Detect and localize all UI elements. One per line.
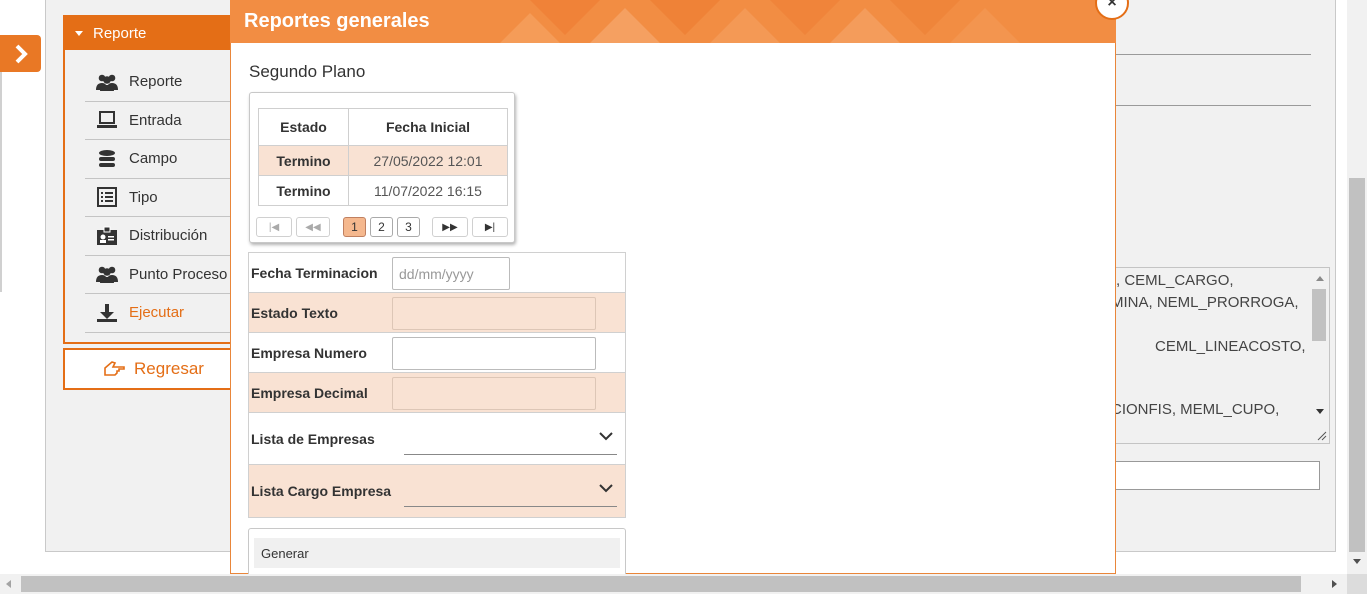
close-icon: × [1107,0,1117,11]
menu-item-label: Entrada [129,111,182,129]
form-row-empresa-numero: Empresa Numero [249,333,625,373]
jobs-table: Estado Fecha Inicial Termino 27/05/2022 … [258,108,508,206]
field-label: Empresa Numero [251,344,367,361]
report-menu-title: Reporte [93,25,147,42]
field-label: Lista Cargo Empresa [251,483,392,499]
empresa-numero-input[interactable] [392,337,596,370]
list-icon [97,187,117,208]
laptop-icon [97,111,117,129]
divider [1115,54,1311,55]
scroll-left-icon[interactable] [6,580,11,588]
field-label: Fecha Terminacion [251,264,378,281]
prev-page-button[interactable]: ◀◀ [296,217,330,237]
cell-fecha: 27/05/2022 12:01 [348,145,508,176]
field-label: Estado Texto [251,304,338,321]
cell-fecha: 11/07/2022 16:15 [348,175,508,206]
jobs-grid: Estado Fecha Inicial Termino 27/05/2022 … [249,92,515,243]
textarea-line: CIONFIS, MEML_CUPO, [1111,401,1280,418]
table-row[interactable]: Termino 27/05/2022 12:01 [258,145,508,176]
back-button-label: Regresar [134,359,204,378]
caret-down-icon [75,31,83,36]
lista-cargo-empresa-select[interactable] [404,479,617,507]
field-label: Lista de Empresas [251,430,375,447]
resize-grip-icon[interactable] [1315,429,1327,441]
textarea-line: CEML_LINEACOSTO, [1155,338,1306,355]
cell-estado: Termino [258,175,349,206]
users-icon [96,266,118,284]
database-icon [99,149,115,167]
left-edge-divider [0,72,2,292]
scroll-thumb[interactable] [1312,289,1326,341]
scroll-right-icon[interactable] [1332,580,1337,588]
modal-header[interactable]: Reportes generales [230,0,1116,43]
menu-item-campo[interactable]: Campo [85,140,241,179]
menu-item-label: Tipo [129,188,158,206]
form-row-lista-cargo-empresa: Lista Cargo Empresa [249,465,625,517]
scrollbar-corner [1347,574,1367,594]
scroll-thumb[interactable] [1349,178,1365,552]
reports-modal: Reportes generales × Segundo Plano Estad… [230,0,1129,574]
scroll-thumb[interactable] [21,576,1301,592]
first-page-button[interactable]: |◀ [256,217,292,237]
textarea-scrollbar[interactable] [1309,268,1329,443]
menu-item-ejecutar[interactable]: Ejecutar [85,294,241,333]
form-row-empresa-decimal: Empresa Decimal [249,373,625,413]
column-header-estado[interactable]: Estado [258,108,349,146]
lista-empresas-select[interactable] [404,427,617,455]
textarea-line: MINA, NEML_PRORROGA, [1111,294,1299,311]
estado-texto-input[interactable] [392,297,596,330]
pagination: |◀ ◀◀ 1 2 3 ▶▶ ▶| [256,217,511,239]
page-2-button[interactable]: 2 [370,217,393,237]
form-row-lista-empresas: Lista de Empresas [249,413,625,465]
empresa-decimal-input[interactable] [392,377,596,410]
users-icon [96,74,118,91]
page-3-button[interactable]: 3 [397,217,420,237]
table-header-row: Estado Fecha Inicial [258,108,508,146]
report-menu-header[interactable]: Reporte [65,17,241,50]
form-row-fecha-terminacion: Fecha Terminacion dd/mm/yyyy [249,253,625,293]
scroll-down-icon[interactable] [1353,559,1361,564]
textarea-line: , CEML_CARGO, [1116,272,1234,289]
columns-textarea[interactable]: , CEML_CARGO, MINA, NEML_PRORROGA, CEML_… [1110,267,1330,444]
divider [1115,105,1311,106]
menu-item-entrada[interactable]: Entrada [85,102,241,140]
fecha-terminacion-input[interactable]: dd/mm/yyyy [392,257,510,290]
menu-item-punto-proceso[interactable]: Punto Proceso [85,256,241,294]
menu-item-distribucion[interactable]: Distribución [85,217,241,256]
report-menu: Reporte Reporte Entrada Campo Tipo Distr… [63,15,243,344]
scroll-down-icon[interactable] [1316,409,1324,414]
generate-button[interactable]: Generar [254,538,620,568]
menu-item-reporte[interactable]: Reporte [85,63,241,102]
chevron-right-icon [15,44,28,63]
next-page-button[interactable]: ▶▶ [432,217,468,237]
menu-item-tipo[interactable]: Tipo [85,179,241,217]
scroll-up-icon[interactable] [1316,276,1324,281]
pointing-hand-icon [104,361,125,376]
chevron-down-icon [599,484,613,493]
sidebar-toggle-button[interactable] [0,35,41,72]
cell-estado: Termino [258,145,349,176]
menu-item-label: Campo [129,150,178,168]
back-button[interactable]: Regresar [63,348,243,390]
modal-title: Reportes generales [244,10,430,32]
column-header-fecha-inicial[interactable]: Fecha Inicial [348,108,508,146]
page-1-button[interactable]: 1 [343,217,366,237]
form-row-estado-texto: Estado Texto [249,293,625,333]
background-input[interactable] [1112,461,1320,490]
last-page-button[interactable]: ▶| [472,217,508,237]
id-badge-icon [97,226,117,245]
chevron-down-icon [599,432,613,441]
menu-item-label: Punto Proceso [129,265,228,283]
menu-item-label: Reporte [129,73,183,91]
parameters-form: Fecha Terminacion dd/mm/yyyy Estado Text… [248,252,626,518]
table-row[interactable]: Termino 11/07/2022 16:15 [258,175,508,206]
generate-panel: Generar [248,528,626,574]
section-title: Segundo Plano [249,62,366,81]
page-horizontal-scrollbar[interactable] [0,574,1347,594]
download-icon [97,303,117,322]
menu-item-label: Distribución [129,227,208,245]
field-label: Empresa Decimal [251,384,368,401]
menu-item-label: Ejecutar [129,304,185,322]
page-vertical-scrollbar[interactable] [1347,0,1367,574]
